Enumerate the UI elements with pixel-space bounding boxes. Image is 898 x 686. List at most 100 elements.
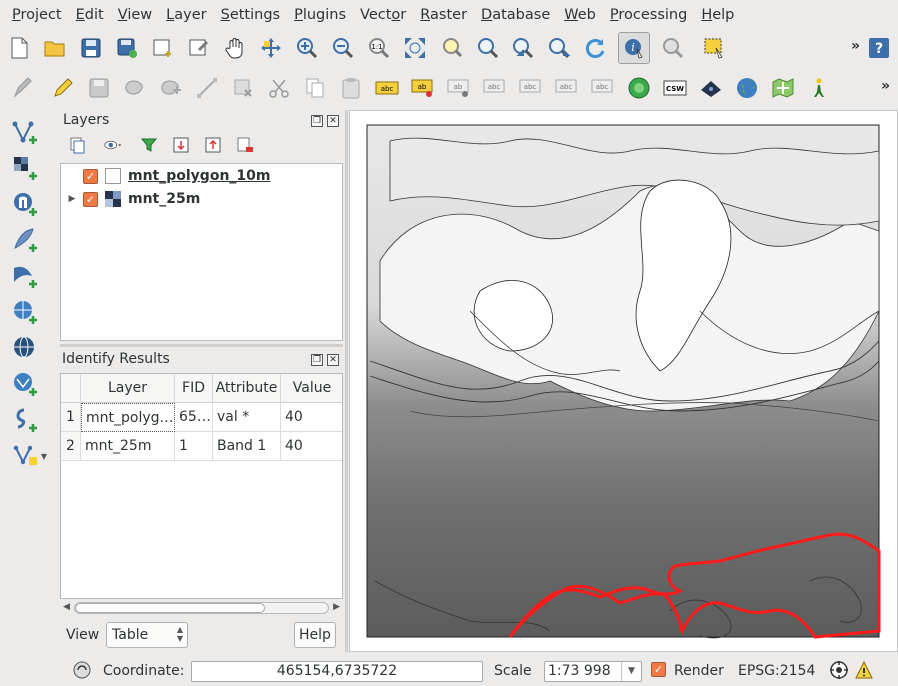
crs-status[interactable]: EPSG:2154 (738, 663, 815, 679)
scale-combobox[interactable]: 1:73 998 ▼ (544, 661, 642, 682)
collapse-all-icon[interactable] (202, 134, 224, 156)
menu-web[interactable]: Web (557, 0, 603, 30)
python-icon[interactable] (806, 75, 832, 101)
zoom-to-selection-icon[interactable] (438, 35, 464, 61)
menu-layer[interactable]: Layer (159, 0, 213, 30)
float-panel-icon[interactable]: ❐ (311, 354, 323, 366)
view-mode-select[interactable]: Table ▲ ▼ (106, 622, 188, 648)
new-print-composer-icon[interactable] (150, 35, 176, 61)
menu-project[interactable]: Project (5, 0, 69, 30)
chevron-down-icon[interactable]: ▼ (621, 662, 641, 681)
add-group-icon[interactable] (66, 134, 88, 156)
menu-vector[interactable]: Vector (353, 0, 413, 30)
scroll-thumb[interactable] (75, 603, 265, 613)
csw-icon[interactable]: CSW (662, 75, 688, 101)
filter-legend-icon[interactable] (138, 134, 160, 156)
new-shapefile-icon[interactable]: ▼ (8, 439, 52, 473)
remove-layer-icon[interactable] (234, 134, 256, 156)
scroll-right-icon[interactable]: ▶ (333, 602, 340, 612)
column-header-fid[interactable]: FID (175, 374, 213, 403)
save-edits-icon[interactable] (86, 75, 112, 101)
map-canvas[interactable] (349, 110, 898, 652)
layer-item[interactable]: ▶ ✓ mnt_25m (61, 188, 200, 210)
menu-help[interactable]: Help (694, 0, 741, 30)
zoom-native-icon[interactable]: 1:1 (366, 35, 392, 61)
table-cell[interactable]: 40 (281, 432, 342, 461)
select-features-icon[interactable] (696, 35, 732, 61)
add-mssql-layer-icon[interactable] (8, 259, 42, 293)
identify-icon[interactable]: i (618, 32, 650, 64)
pan-icon[interactable] (222, 35, 248, 61)
pin-labels-icon[interactable]: ab (410, 75, 436, 101)
move-feature-icon[interactable] (158, 75, 184, 101)
save-as-icon[interactable] (114, 35, 140, 61)
scroll-track[interactable] (74, 602, 329, 614)
toolbar2-overflow-icon[interactable]: » (881, 78, 890, 94)
toolbar-overflow-icon[interactable]: » (851, 38, 860, 54)
close-panel-icon[interactable]: ✕ (327, 354, 339, 366)
layer-visibility-checkbox[interactable]: ✓ (83, 168, 98, 184)
menu-settings[interactable]: Settings (214, 0, 288, 30)
horizontal-scrollbar[interactable]: ◀ ▶ (60, 600, 343, 616)
move-label-icon[interactable]: abc (482, 75, 508, 101)
add-wcs-layer-icon[interactable] (8, 331, 42, 365)
open-project-icon[interactable] (42, 35, 68, 61)
node-tool-icon[interactable] (194, 75, 220, 101)
add-wms-layer-icon[interactable] (8, 295, 42, 329)
toggle-edit-icon[interactable] (50, 75, 76, 101)
rotate-label-icon[interactable]: abc (518, 75, 544, 101)
georeferencer-icon[interactable] (770, 75, 796, 101)
zoom-last-icon[interactable] (510, 35, 536, 61)
delete-selected-icon[interactable] (230, 75, 256, 101)
render-checkbox[interactable]: ✓ (651, 662, 666, 677)
messages-icon[interactable] (72, 660, 92, 680)
add-vector-layer-icon[interactable] (8, 115, 42, 149)
refresh-icon[interactable] (582, 35, 608, 61)
zoom-to-layer-icon[interactable] (474, 35, 500, 61)
menu-plugins[interactable]: Plugins (287, 0, 353, 30)
expand-all-icon[interactable] (170, 134, 192, 156)
expand-arrow-icon[interactable]: ▶ (61, 194, 83, 204)
paste-features-icon[interactable] (338, 75, 364, 101)
layer-visibility-checkbox[interactable]: ✓ (83, 191, 98, 207)
help-button[interactable]: Help (294, 622, 336, 648)
layer-item[interactable]: ✓ mnt_polygon_10m (61, 165, 271, 187)
menu-processing[interactable]: Processing (603, 0, 694, 30)
gps-icon[interactable] (626, 75, 652, 101)
dock-splitter[interactable] (345, 110, 348, 652)
float-panel-icon[interactable]: ❐ (311, 115, 323, 127)
column-header-value[interactable]: Value (281, 374, 342, 403)
add-raster-layer-icon[interactable] (8, 151, 42, 185)
column-header-layer[interactable]: Layer (81, 374, 175, 403)
coordinate-field[interactable]: 465154,6735722 (191, 661, 483, 682)
scroll-left-icon[interactable]: ◀ (63, 602, 70, 612)
crs-projection-icon[interactable] (829, 660, 849, 680)
add-delimited-text-icon[interactable] (8, 403, 42, 437)
warning-icon[interactable] (854, 660, 874, 680)
table-cell[interactable]: Band 1 (213, 432, 281, 461)
menu-edit[interactable]: Edit (69, 0, 111, 30)
label-tool-icon[interactable]: abc (374, 75, 400, 101)
table-cell[interactable]: 40 (281, 403, 342, 432)
table-cell[interactable]: mnt_polyg… (81, 403, 175, 432)
add-feature-icon[interactable] (122, 75, 148, 101)
help-contents-icon[interactable]: ? (866, 35, 892, 61)
add-postgis-layer-icon[interactable] (8, 187, 42, 221)
digitize-icon[interactable] (6, 75, 40, 101)
save-project-icon[interactable] (78, 35, 104, 61)
cut-features-icon[interactable] (266, 75, 292, 101)
composer-manager-icon[interactable] (186, 35, 212, 61)
metasearch-icon[interactable] (698, 75, 724, 101)
show-hide-labels-icon[interactable]: ab (446, 75, 472, 101)
pan-to-selection-icon[interactable] (258, 35, 284, 61)
manage-visibility-icon[interactable] (98, 134, 128, 156)
table-cell[interactable]: val * (213, 403, 281, 432)
panel-splitter[interactable] (60, 344, 343, 347)
add-spatialite-layer-icon[interactable] (8, 223, 42, 257)
zoom-in-icon[interactable] (294, 35, 320, 61)
menu-database[interactable]: Database (474, 0, 557, 30)
globe-icon[interactable] (734, 75, 760, 101)
close-panel-icon[interactable]: ✕ (327, 115, 339, 127)
change-label-icon[interactable]: abc (554, 75, 580, 101)
add-wfs-layer-icon[interactable] (8, 367, 42, 401)
